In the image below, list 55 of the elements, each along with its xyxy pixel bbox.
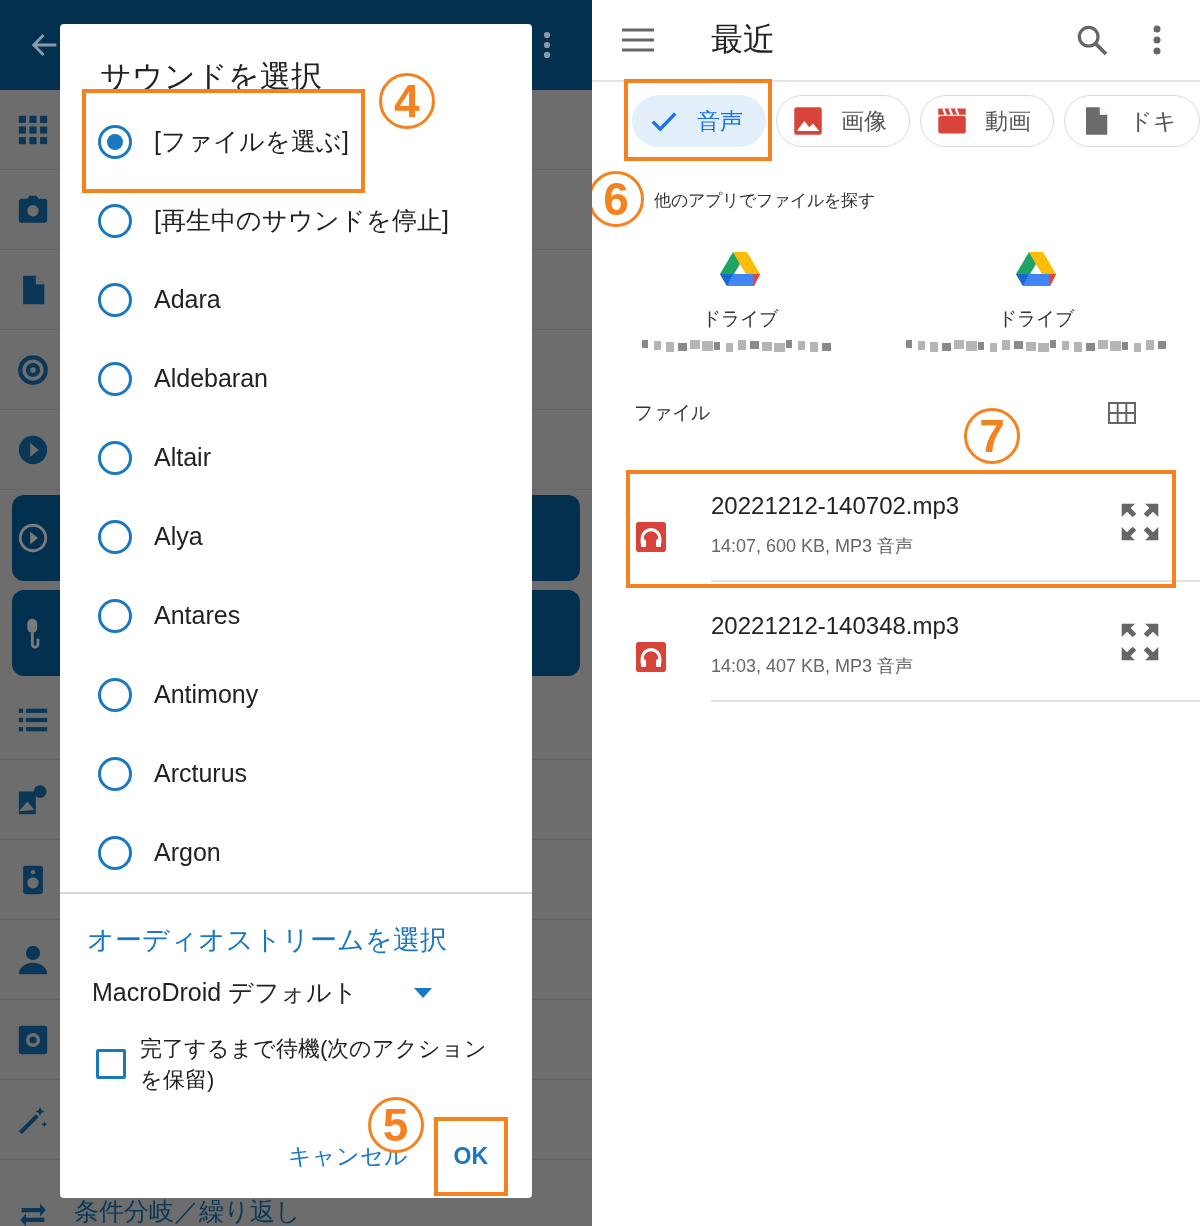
filter-chip[interactable]: 動画 xyxy=(920,95,1054,147)
drive-icon[interactable] xyxy=(720,252,760,286)
radio-button[interactable] xyxy=(98,756,132,791)
image-icon xyxy=(793,106,823,136)
checkbox-label[interactable]: 完了するまで待機(次のアクションを保留) xyxy=(140,1033,502,1095)
option-label[interactable]: Arcturus xyxy=(154,759,248,788)
radio-button[interactable] xyxy=(98,124,132,159)
option-label[interactable]: Altair xyxy=(154,443,211,472)
option-label[interactable]: Antimony xyxy=(154,680,259,709)
dialog-button[interactable]: OK xyxy=(447,1135,494,1178)
app-label[interactable]: ドライブ xyxy=(998,306,1074,332)
filter-chip[interactable]: 画像 xyxy=(776,95,910,147)
menu-label: 条件分岐／繰り返し xyxy=(74,1198,301,1224)
step-number: 7 xyxy=(964,408,1020,464)
menu-icon[interactable] xyxy=(622,27,654,53)
stream-dropdown[interactable]: MacroDroid デフォルト xyxy=(92,976,432,1009)
option-label[interactable]: Aldebaran xyxy=(154,364,268,393)
screen-title: 最近 xyxy=(711,20,776,59)
option-label[interactable]: [再生中のサウンドを停止] xyxy=(154,204,449,237)
file-details: 14:07, 600 KB, MP3 音声 xyxy=(711,535,915,558)
option-label[interactable]: Alya xyxy=(154,522,203,551)
drive-icon[interactable] xyxy=(1016,252,1056,286)
option-label[interactable]: Antares xyxy=(154,601,241,630)
radio-button[interactable] xyxy=(98,835,132,870)
step-number: 6 xyxy=(592,171,644,227)
headphones-icon xyxy=(636,642,666,672)
clapperboard-icon xyxy=(937,106,967,136)
app-label[interactable]: ドライブ xyxy=(702,306,778,332)
radio-button[interactable] xyxy=(98,598,132,633)
section-heading: オーディオストリームを選択 xyxy=(87,924,448,957)
option-label[interactable]: [ファイルを選ぶ] xyxy=(154,125,349,158)
radio-button[interactable] xyxy=(98,440,132,475)
search-icon[interactable] xyxy=(1076,24,1108,56)
step-number: 4 xyxy=(378,72,435,129)
expand-icon[interactable] xyxy=(1120,502,1160,542)
file-details: 14:03, 407 KB, MP3 音声 xyxy=(711,655,915,678)
radio-button[interactable] xyxy=(98,361,132,396)
radio-button[interactable] xyxy=(98,677,132,712)
grid-view-icon[interactable] xyxy=(1108,402,1136,424)
file-name[interactable]: 20221212-140348.mp3 xyxy=(711,612,1200,640)
filter-chip[interactable]: 音声 xyxy=(632,95,766,147)
checkbox[interactable] xyxy=(96,1049,126,1079)
file-name[interactable]: 20221212-140702.mp3 xyxy=(711,492,1200,520)
more-icon[interactable] xyxy=(1152,25,1162,55)
dropdown-arrow-icon xyxy=(414,987,432,998)
headphones-icon xyxy=(636,522,666,552)
section-heading: 他のアプリでファイルを探す xyxy=(654,190,876,212)
radio-button[interactable] xyxy=(98,519,132,554)
section-heading: ファイル xyxy=(634,401,710,425)
filter-chip[interactable]: ドキ xyxy=(1064,95,1200,147)
option-label[interactable]: Adara xyxy=(154,285,221,314)
radio-button[interactable] xyxy=(98,203,132,238)
option-label[interactable]: Argon xyxy=(154,838,221,867)
radio-button[interactable] xyxy=(98,282,132,317)
expand-icon[interactable] xyxy=(1120,622,1160,662)
